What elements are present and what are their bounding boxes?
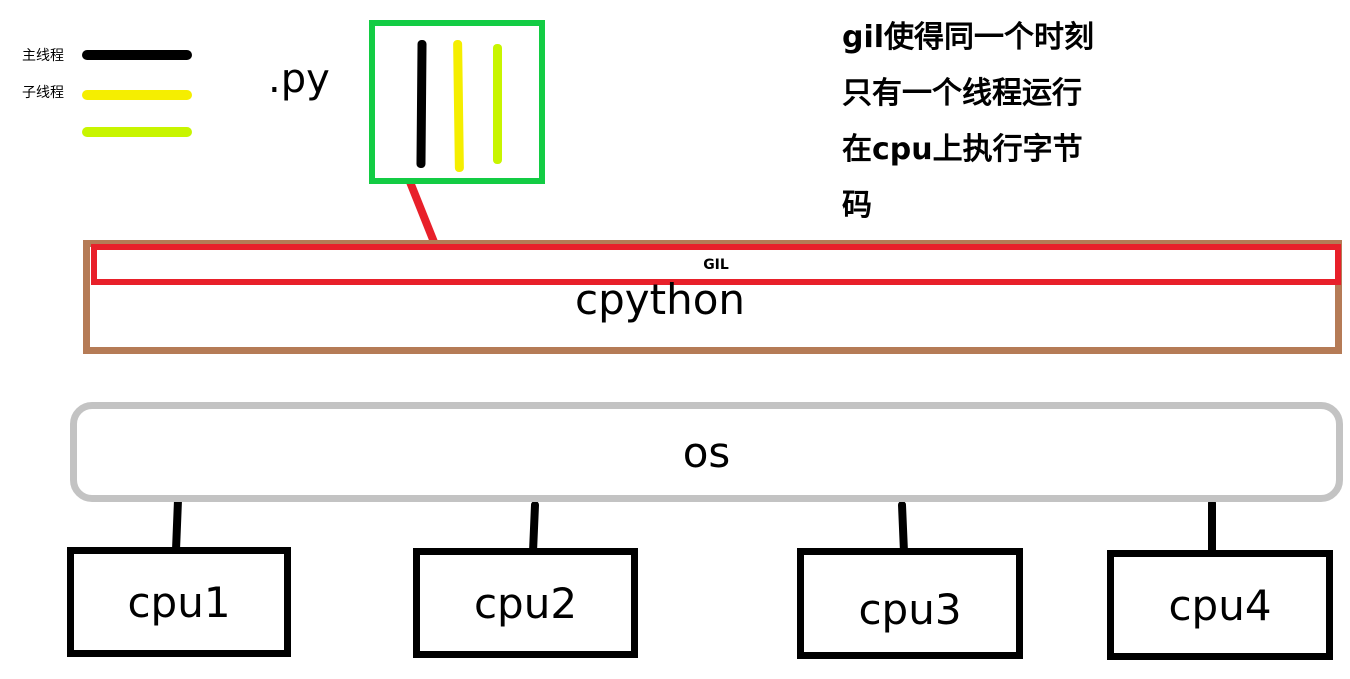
cpu-box-4: cpu4 (1107, 550, 1333, 660)
cpu-box-2: cpu2 (413, 548, 638, 658)
os-to-cpu3-connector (898, 501, 908, 556)
annotation-line-3: 在cpu上执行字节 (842, 132, 1083, 167)
annotation-line-2: 只有一个线程运行 (842, 76, 1082, 111)
legend-label-sub-thread: 子线程 (22, 85, 64, 101)
legend-line-sub-thread-2 (82, 127, 192, 137)
py-file-label: .py (268, 56, 330, 102)
cpu-label-3: cpu3 (858, 585, 962, 634)
cpu-box-3: cpu3 (797, 548, 1023, 659)
os-label: os (682, 427, 731, 477)
cpu-box-1: cpu1 (67, 547, 291, 657)
cpython-label: cpython (575, 275, 746, 324)
cpu-label-1: cpu1 (127, 577, 231, 627)
thread-bar-main (416, 39, 427, 169)
py-to-gil-connector (406, 178, 438, 246)
thread-bar-sub-2 (493, 44, 502, 164)
annotation-line-1: gil使得同一个时刻 (842, 20, 1095, 55)
gil-annotation: gil使得同一个时刻 只有一个线程运行 在cpu上执行字节 码 (842, 10, 1094, 234)
legend-line-main-thread (82, 50, 192, 60)
annotation-line-4: 码 (842, 188, 872, 223)
py-threads-box (369, 20, 545, 184)
legend-line-sub-thread-1 (82, 90, 192, 100)
gil-label: GIL (703, 256, 729, 273)
legend-label-main-thread: 主线程 (22, 48, 64, 64)
cpu-label-2: cpu2 (473, 578, 578, 628)
os-to-cpu1-connector (172, 496, 182, 554)
thread-bar-sub-1 (453, 39, 464, 173)
os-box: os (70, 402, 1343, 502)
os-to-cpu2-connector (529, 501, 539, 556)
cpu-label-4: cpu4 (1168, 580, 1272, 630)
